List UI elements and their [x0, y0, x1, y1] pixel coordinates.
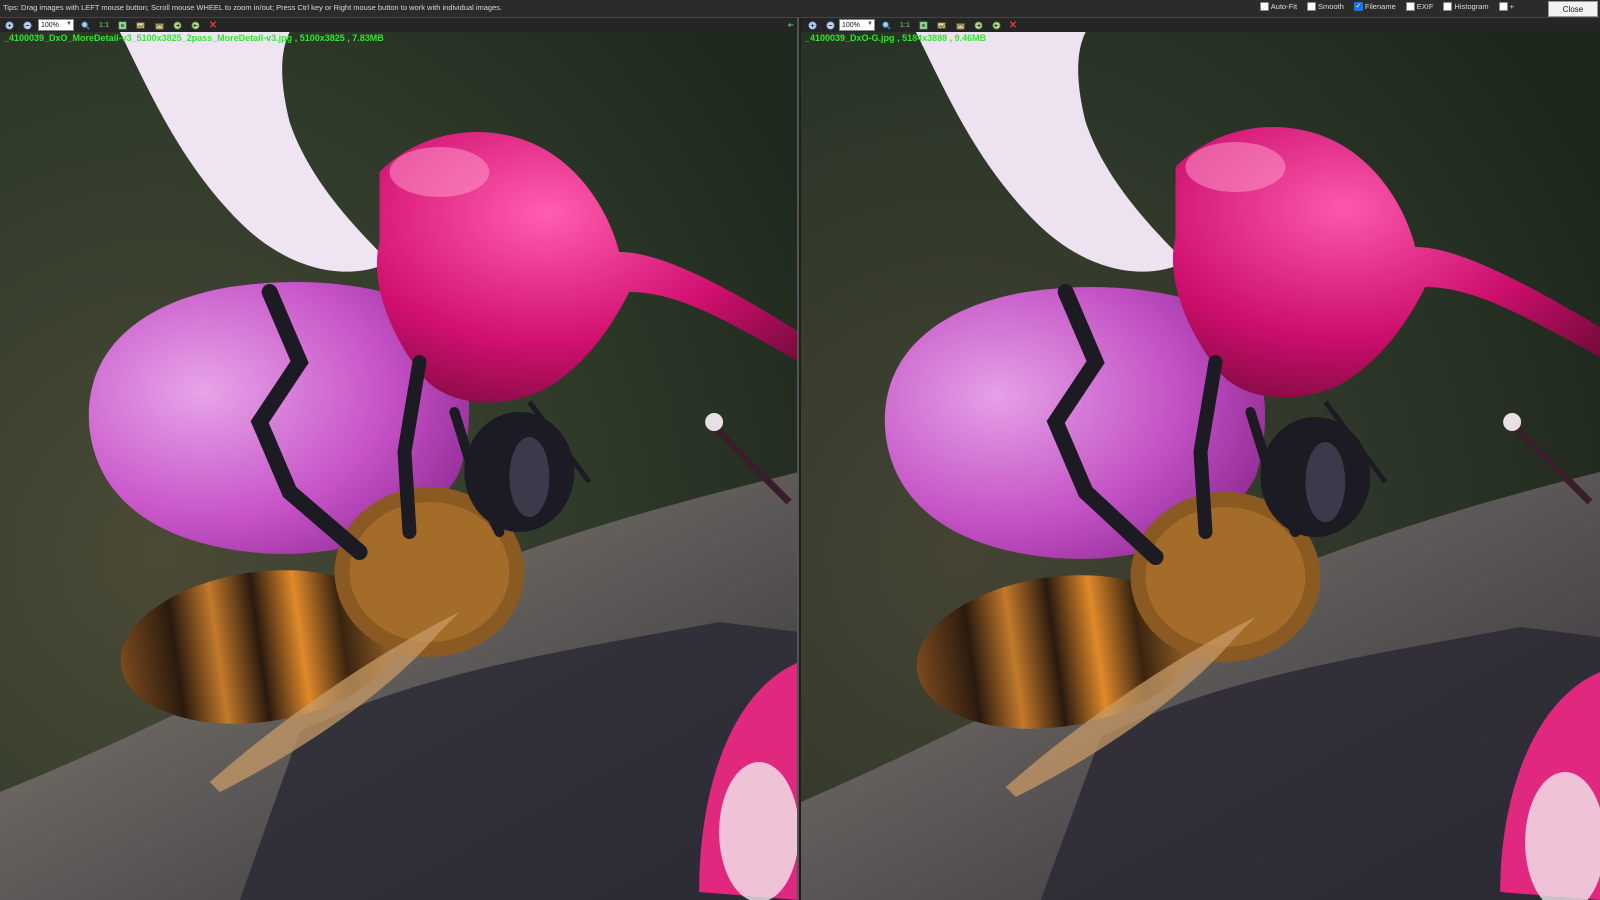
top-bar: Tips: Drag images with LEFT mouse button… [0, 0, 1600, 18]
right-bee-flower-photo[interactable] [801, 32, 1600, 900]
chevron-down-icon: ▼ [66, 21, 72, 27]
option-smooth[interactable]: Smooth [1307, 2, 1344, 11]
auto-fit-checkbox[interactable] [1259, 2, 1269, 11]
rotate-right-icon[interactable] [172, 20, 182, 30]
smooth-label: Smooth [1318, 2, 1344, 11]
zoom-out-icon[interactable] [22, 20, 32, 30]
left-filename-overlay: _4100039_DxO_MoreDetail-v3_5100x3825_2pa… [4, 33, 384, 43]
right-pane-toolbar: 100% ▼ 1:1 ✕ [801, 18, 1600, 32]
rotate-left-icon[interactable] [955, 20, 965, 30]
option-exif[interactable]: EXIF [1405, 2, 1434, 11]
rotate-right-icon[interactable] [973, 20, 983, 30]
left-zoom-select[interactable]: 100% ▼ [38, 19, 74, 31]
zoom-out-icon[interactable] [825, 20, 835, 30]
smooth-checkbox[interactable] [1307, 2, 1317, 11]
fit-screen-icon[interactable] [936, 20, 946, 30]
filename-checkbox[interactable]: ✓ [1353, 2, 1363, 11]
right-zoom-select[interactable]: 100% ▼ [839, 19, 875, 31]
exif-label: EXIF [1416, 2, 1434, 11]
close-button[interactable]: Close [1548, 1, 1598, 17]
sync-icon[interactable] [190, 20, 200, 30]
fit-icon[interactable] [918, 20, 928, 30]
option-filename[interactable]: ✓ Filename [1353, 2, 1396, 11]
left-one-to-one-button[interactable]: 1:1 [97, 20, 111, 30]
left-pane-toolbar: 100% ▼ 1:1 ✕ [0, 18, 797, 32]
right-filename: _4100039_DxO-G.jpg [805, 33, 895, 43]
view-options: Auto-Fit Smooth ✓ Filename EXIF Histogra… [1259, 2, 1514, 11]
option-extra[interactable]: + [1498, 2, 1514, 11]
rotate-left-icon[interactable] [154, 20, 164, 30]
chevron-down-icon: ▼ [867, 21, 873, 27]
right-dimensions: 5184x3888 [902, 33, 948, 43]
filename-label: Filename [1364, 2, 1396, 11]
histogram-checkbox[interactable] [1443, 2, 1453, 11]
option-histogram[interactable]: Histogram [1443, 2, 1489, 11]
extra-label: + [1509, 2, 1514, 11]
fit-screen-icon[interactable] [135, 20, 145, 30]
zoom-in-icon[interactable] [4, 20, 14, 30]
zoom-in-icon[interactable] [807, 20, 817, 30]
link-arrow-icon[interactable] [786, 20, 796, 30]
extra-checkbox[interactable] [1498, 2, 1508, 11]
fit-icon[interactable] [117, 20, 127, 30]
auto-fit-label: Auto-Fit [1270, 2, 1298, 11]
left-dimensions: 5100x3825 [299, 33, 345, 43]
left-image-pane[interactable]: 100% ▼ 1:1 ✕ _4100039_DxO_MoreDetail-v3_… [0, 18, 799, 900]
right-filename-overlay: _4100039_DxO-G.jpg , 5184x3888 , 9.46MB [805, 33, 987, 43]
option-auto-fit[interactable]: Auto-Fit [1259, 2, 1298, 11]
close-image-icon[interactable]: ✕ [208, 20, 218, 31]
zoom-select-icon[interactable] [881, 20, 891, 30]
left-zoom-value: 100% [41, 21, 59, 29]
tips-text: Tips: Drag images with LEFT mouse button… [3, 3, 503, 12]
histogram-label: Histogram [1454, 2, 1489, 11]
exif-checkbox[interactable] [1405, 2, 1415, 11]
left-filesize: 7.83MB [352, 33, 384, 43]
left-filename: _4100039_DxO_MoreDetail-v3_5100x3825_2pa… [4, 33, 293, 43]
zoom-select-icon[interactable] [80, 20, 90, 30]
right-one-to-one-button[interactable]: 1:1 [898, 20, 912, 30]
close-image-icon[interactable]: ✕ [1008, 20, 1018, 31]
right-filesize: 9.46MB [954, 33, 987, 43]
sync-icon[interactable] [991, 20, 1001, 30]
right-image-pane[interactable]: 100% ▼ 1:1 ✕ _4100039_DxO-G.jpg , 5184x3… [801, 18, 1600, 900]
right-zoom-value: 100% [842, 21, 860, 29]
left-bee-flower-photo[interactable] [0, 32, 797, 900]
